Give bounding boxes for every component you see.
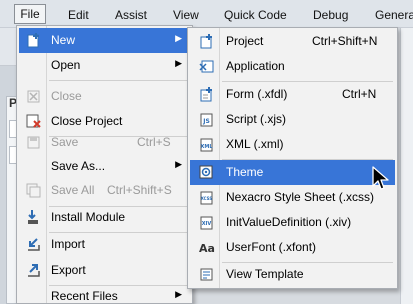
menu-item-label: Save: [51, 135, 79, 149]
xml-icon: XML: [198, 136, 216, 153]
new-icon: [25, 32, 43, 49]
new-menu-form[interactable]: Form (.xfdl) Ctrl+N: [190, 82, 395, 107]
menu-item-label: View Template: [226, 267, 304, 281]
close-x-icon: [25, 88, 43, 105]
mouse-cursor-icon: [371, 166, 391, 192]
save-icon: [25, 134, 43, 151]
menu-item-label: UserFont (.xfont): [226, 240, 317, 254]
style-sheet-icon: XCSS: [198, 189, 216, 206]
menu-generate[interactable]: Generat: [375, 7, 413, 23]
file-menu: New ▶ Open ▶ Close Close Project Save Ct…: [16, 25, 193, 304]
menu-item-shortcut: Ctrl+N: [342, 87, 377, 101]
new-menu-user-font[interactable]: Aa UserFont (.xfont): [190, 235, 395, 260]
menu-item-label: Script (.xjs): [226, 112, 286, 126]
file-menu-export[interactable]: Export: [19, 258, 190, 283]
menu-item-label: Open: [51, 58, 81, 72]
init-value-icon: XIV: [198, 214, 216, 231]
menu-item-label: InitValueDefinition (.xiv): [226, 215, 352, 229]
menu-view[interactable]: View: [173, 7, 199, 23]
user-font-icon-glyph: Aa: [199, 242, 215, 255]
script-icon-glyph: JS: [202, 118, 210, 125]
new-menu-application[interactable]: Application: [190, 54, 395, 79]
new-menu-xml[interactable]: XML XML (.xml): [190, 132, 395, 157]
menu-item-label: Install Module: [51, 210, 126, 224]
file-menu-import[interactable]: Import: [19, 232, 190, 257]
menu-item-shortcut: Ctrl+S: [137, 135, 171, 149]
menu-item-shortcut: Ctrl+Shift+S: [107, 183, 172, 197]
file-menu-open[interactable]: Open ▶: [19, 53, 190, 78]
submenu-arrow-icon: ▶: [175, 58, 182, 68]
menu-assist[interactable]: Assist: [115, 7, 147, 23]
menu-item-label: New: [51, 33, 76, 47]
new-menu-style-sheet[interactable]: XCSS Nexacro Style Sheet (.xcss): [190, 185, 395, 210]
import-icon: [25, 236, 43, 253]
file-menu-save[interactable]: Save Ctrl+S: [19, 130, 190, 155]
menu-file[interactable]: File: [14, 4, 46, 24]
menu-item-label: Nexacro Style Sheet (.xcss): [226, 190, 375, 204]
file-menu-close[interactable]: Close: [19, 84, 190, 109]
submenu-arrow-icon: ▶: [175, 33, 182, 43]
style-sheet-icon-glyph: XCSS: [201, 196, 213, 201]
menu-item-label: Export: [51, 263, 86, 277]
menu-item-shortcut: Ctrl+Shift+N: [312, 34, 378, 48]
script-icon: JS: [198, 111, 216, 128]
submenu-arrow-icon: ▶: [175, 159, 182, 169]
menu-item-label: Close Project: [51, 114, 123, 128]
menu-item-label: Theme: [226, 165, 264, 179]
menu-edit[interactable]: Edit: [68, 7, 89, 23]
form-icon: [198, 86, 216, 103]
install-module-icon: [25, 209, 43, 226]
new-menu-init-value-definition[interactable]: XIV InitValueDefinition (.xiv): [190, 210, 395, 235]
save-all-icon: [25, 182, 43, 199]
menu-item-label: Close: [51, 89, 82, 103]
background-right-area: [400, 28, 413, 304]
export-icon: [25, 262, 43, 279]
menu-item-label: Import: [51, 237, 86, 251]
file-menu-save-as[interactable]: Save As... ▶: [19, 154, 190, 179]
new-menu-project[interactable]: Project Ctrl+Shift+N: [190, 29, 395, 54]
view-template-icon: [198, 266, 216, 283]
new-menu-view-template[interactable]: View Template: [190, 262, 395, 287]
menu-item-label: Application: [226, 59, 285, 73]
new-menu-script[interactable]: JS Script (.xjs): [190, 107, 395, 132]
theme-icon: [198, 164, 216, 181]
menu-item-label: Save All: [51, 183, 95, 197]
menu-item-label: Recent Files: [51, 289, 118, 303]
application-icon: [198, 58, 216, 75]
new-submenu: Project Ctrl+Shift+N Application Form (.…: [187, 27, 398, 289]
submenu-arrow-icon: ▶: [175, 289, 182, 299]
menu-item-label: XML (.xml): [226, 137, 284, 151]
file-menu-install-module[interactable]: Install Module: [19, 205, 190, 230]
file-menu-recent-files[interactable]: Recent Files ▶: [19, 284, 190, 304]
menu-item-label: Project: [226, 34, 264, 48]
file-menu-new[interactable]: New ▶: [19, 28, 190, 53]
menu-item-label: Save As...: [51, 159, 106, 173]
menu-separator: [49, 80, 188, 81]
xml-icon-glyph: XML: [200, 144, 213, 150]
init-value-icon-glyph: XIV: [202, 221, 212, 227]
project-icon: [198, 33, 216, 50]
close-project-icon: [25, 113, 43, 130]
menu-debug[interactable]: Debug: [313, 7, 348, 23]
user-font-icon: Aa: [198, 239, 216, 256]
new-menu-theme[interactable]: Theme: [190, 160, 395, 185]
file-menu-save-all[interactable]: Save All Ctrl+Shift+S: [19, 178, 190, 203]
menu-quick-code[interactable]: Quick Code: [224, 7, 287, 23]
menubar: File Edit Assist View Quick Code Debug G…: [0, 0, 413, 28]
menu-item-label: Form (.xfdl): [226, 87, 288, 101]
